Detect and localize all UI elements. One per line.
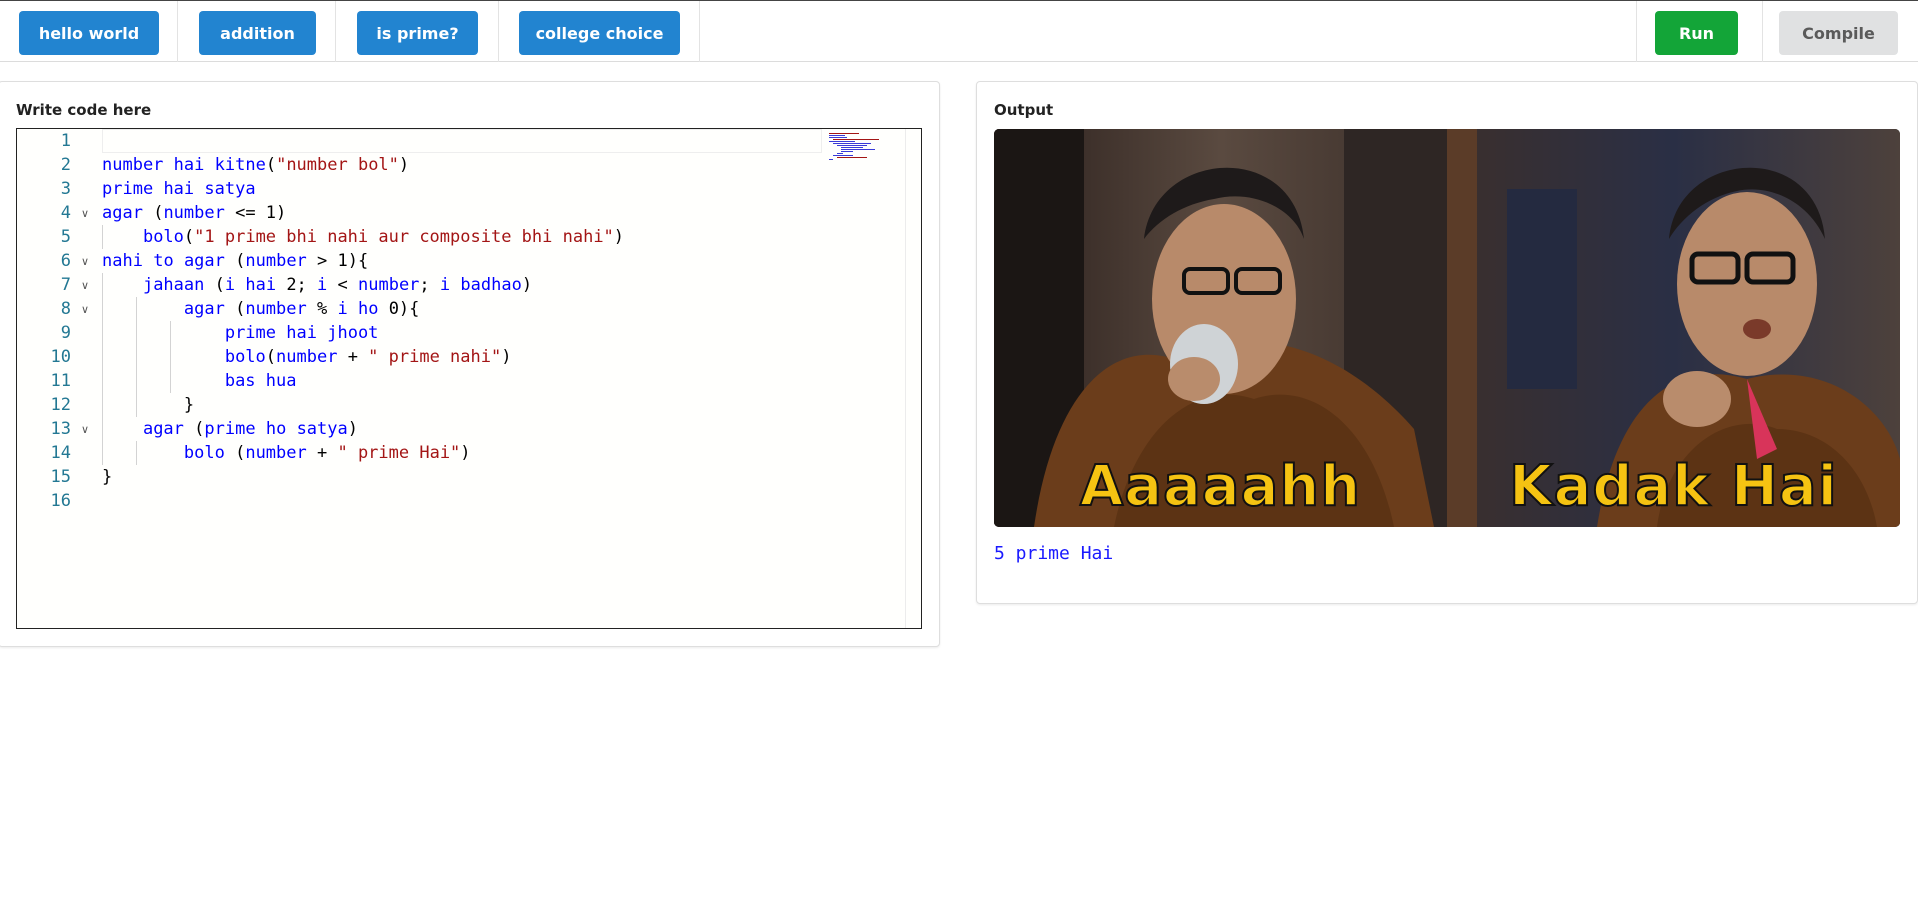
example-addition-button[interactable]: addition <box>199 11 316 55</box>
minimap-line <box>833 155 853 156</box>
example-hello-world-button[interactable]: hello world <box>19 11 159 55</box>
minimap-line <box>833 139 879 140</box>
line-number: 2 <box>60 155 71 175</box>
fold-chevron-icon[interactable]: ∨ <box>79 201 91 225</box>
fold-chevron-icon[interactable]: ∨ <box>79 273 91 297</box>
output-title: Output <box>994 101 1054 119</box>
meme-right-caption: Kadak Hai <box>1508 453 1838 520</box>
line-number: 11 <box>50 371 71 391</box>
current-line-highlight <box>102 129 822 153</box>
line-number: 13 <box>50 419 71 439</box>
line-number: 12 <box>50 395 71 415</box>
minimap-line <box>829 133 859 134</box>
code-line[interactable]: number hai kitne("number bol") <box>102 153 409 177</box>
code-line[interactable]: bolo("1 prime bhi nahi aur composite bhi… <box>102 225 624 249</box>
line-number: 3 <box>60 179 71 199</box>
line-number: 10 <box>50 347 71 367</box>
line-number: 9 <box>60 323 71 343</box>
example-college-choice-button[interactable]: college choice <box>519 11 680 55</box>
minimap-line <box>829 137 847 138</box>
line-number: 14 <box>50 443 71 463</box>
meme-right-panel: Kadak Hai <box>1447 129 1900 527</box>
code-line[interactable]: agar (number <= 1) <box>102 201 286 225</box>
toolbar-cell: is prime? <box>336 1 499 62</box>
run-button[interactable]: Run <box>1655 11 1738 55</box>
line-number: 7 <box>60 275 71 295</box>
meme-left-panel: Aaaaahh <box>994 129 1447 527</box>
minimap-line <box>841 149 875 150</box>
minimap-line <box>829 135 845 136</box>
compile-button[interactable]: Compile <box>1779 11 1898 55</box>
code-line[interactable]: bolo (number + " prime Hai") <box>102 441 471 465</box>
code-area[interactable]: number hai kitne("number bol") prime hai … <box>102 129 903 628</box>
minimap-line <box>833 143 871 144</box>
minimap-line <box>841 151 853 152</box>
code-line[interactable]: agar (number % i ho 0){ <box>102 297 420 321</box>
code-line[interactable]: bas hua <box>102 369 297 393</box>
minimap-line <box>837 157 867 158</box>
minimap-line <box>841 147 863 148</box>
fold-chevron-icon[interactable]: ∨ <box>79 297 91 321</box>
minimap-line <box>837 145 867 146</box>
toolbar: hello world addition is prime? college c… <box>0 0 1918 62</box>
toolbar-cell: Compile <box>1762 1 1918 62</box>
line-number: 1 <box>60 131 71 151</box>
line-number: 6 <box>60 251 71 271</box>
line-number: 4 <box>60 203 71 223</box>
minimap[interactable] <box>829 129 887 160</box>
line-number-gutter: 1 2 3 4 ∨ 5 6 ∨ 7 ∨ 8 ∨ 9 10 11 12 13 ∨ 14 15 16 <box>17 129 90 628</box>
fold-chevron-icon[interactable]: ∨ <box>79 249 91 273</box>
line-number: 5 <box>60 227 71 247</box>
editor-title: Write code here <box>16 101 152 119</box>
vertical-scrollbar[interactable] <box>905 129 921 628</box>
code-line[interactable]: nahi to agar (number > 1){ <box>102 249 368 273</box>
fold-chevron-icon[interactable]: ∨ <box>79 417 91 441</box>
code-line[interactable]: prime hai satya <box>102 177 256 201</box>
minimap-line <box>829 141 855 142</box>
meme-image: Aaaaahh Kadak Hai <box>994 129 1900 527</box>
line-number: 16 <box>50 491 71 511</box>
program-output: 5 prime Hai <box>994 543 1114 564</box>
minimap-line <box>837 153 843 154</box>
meme-left-caption: Aaaaahh <box>1079 453 1362 520</box>
code-line[interactable]: bolo(number + " prime nahi") <box>102 345 512 369</box>
minimap-line <box>829 159 833 160</box>
code-line[interactable]: agar (prime ho satya) <box>102 417 358 441</box>
toolbar-cell: college choice <box>499 1 700 62</box>
code-editor[interactable]: 1 2 3 4 ∨ 5 6 ∨ 7 ∨ 8 ∨ 9 10 11 12 13 ∨ 14 15 16 number hai … <box>16 128 922 629</box>
line-number: 15 <box>50 467 71 487</box>
example-is-prime-button[interactable]: is prime? <box>357 11 478 55</box>
code-line[interactable]: jahaan (i hai 2; i < number; i badhao) <box>102 273 532 297</box>
toolbar-cell: hello world <box>0 1 178 62</box>
code-line[interactable]: prime hai jhoot <box>102 321 379 345</box>
toolbar-cell: addition <box>178 1 336 62</box>
code-line[interactable]: } <box>102 465 112 489</box>
code-line[interactable]: } <box>102 393 194 417</box>
toolbar-cell: Run <box>1636 1 1762 62</box>
line-number: 8 <box>60 299 71 319</box>
